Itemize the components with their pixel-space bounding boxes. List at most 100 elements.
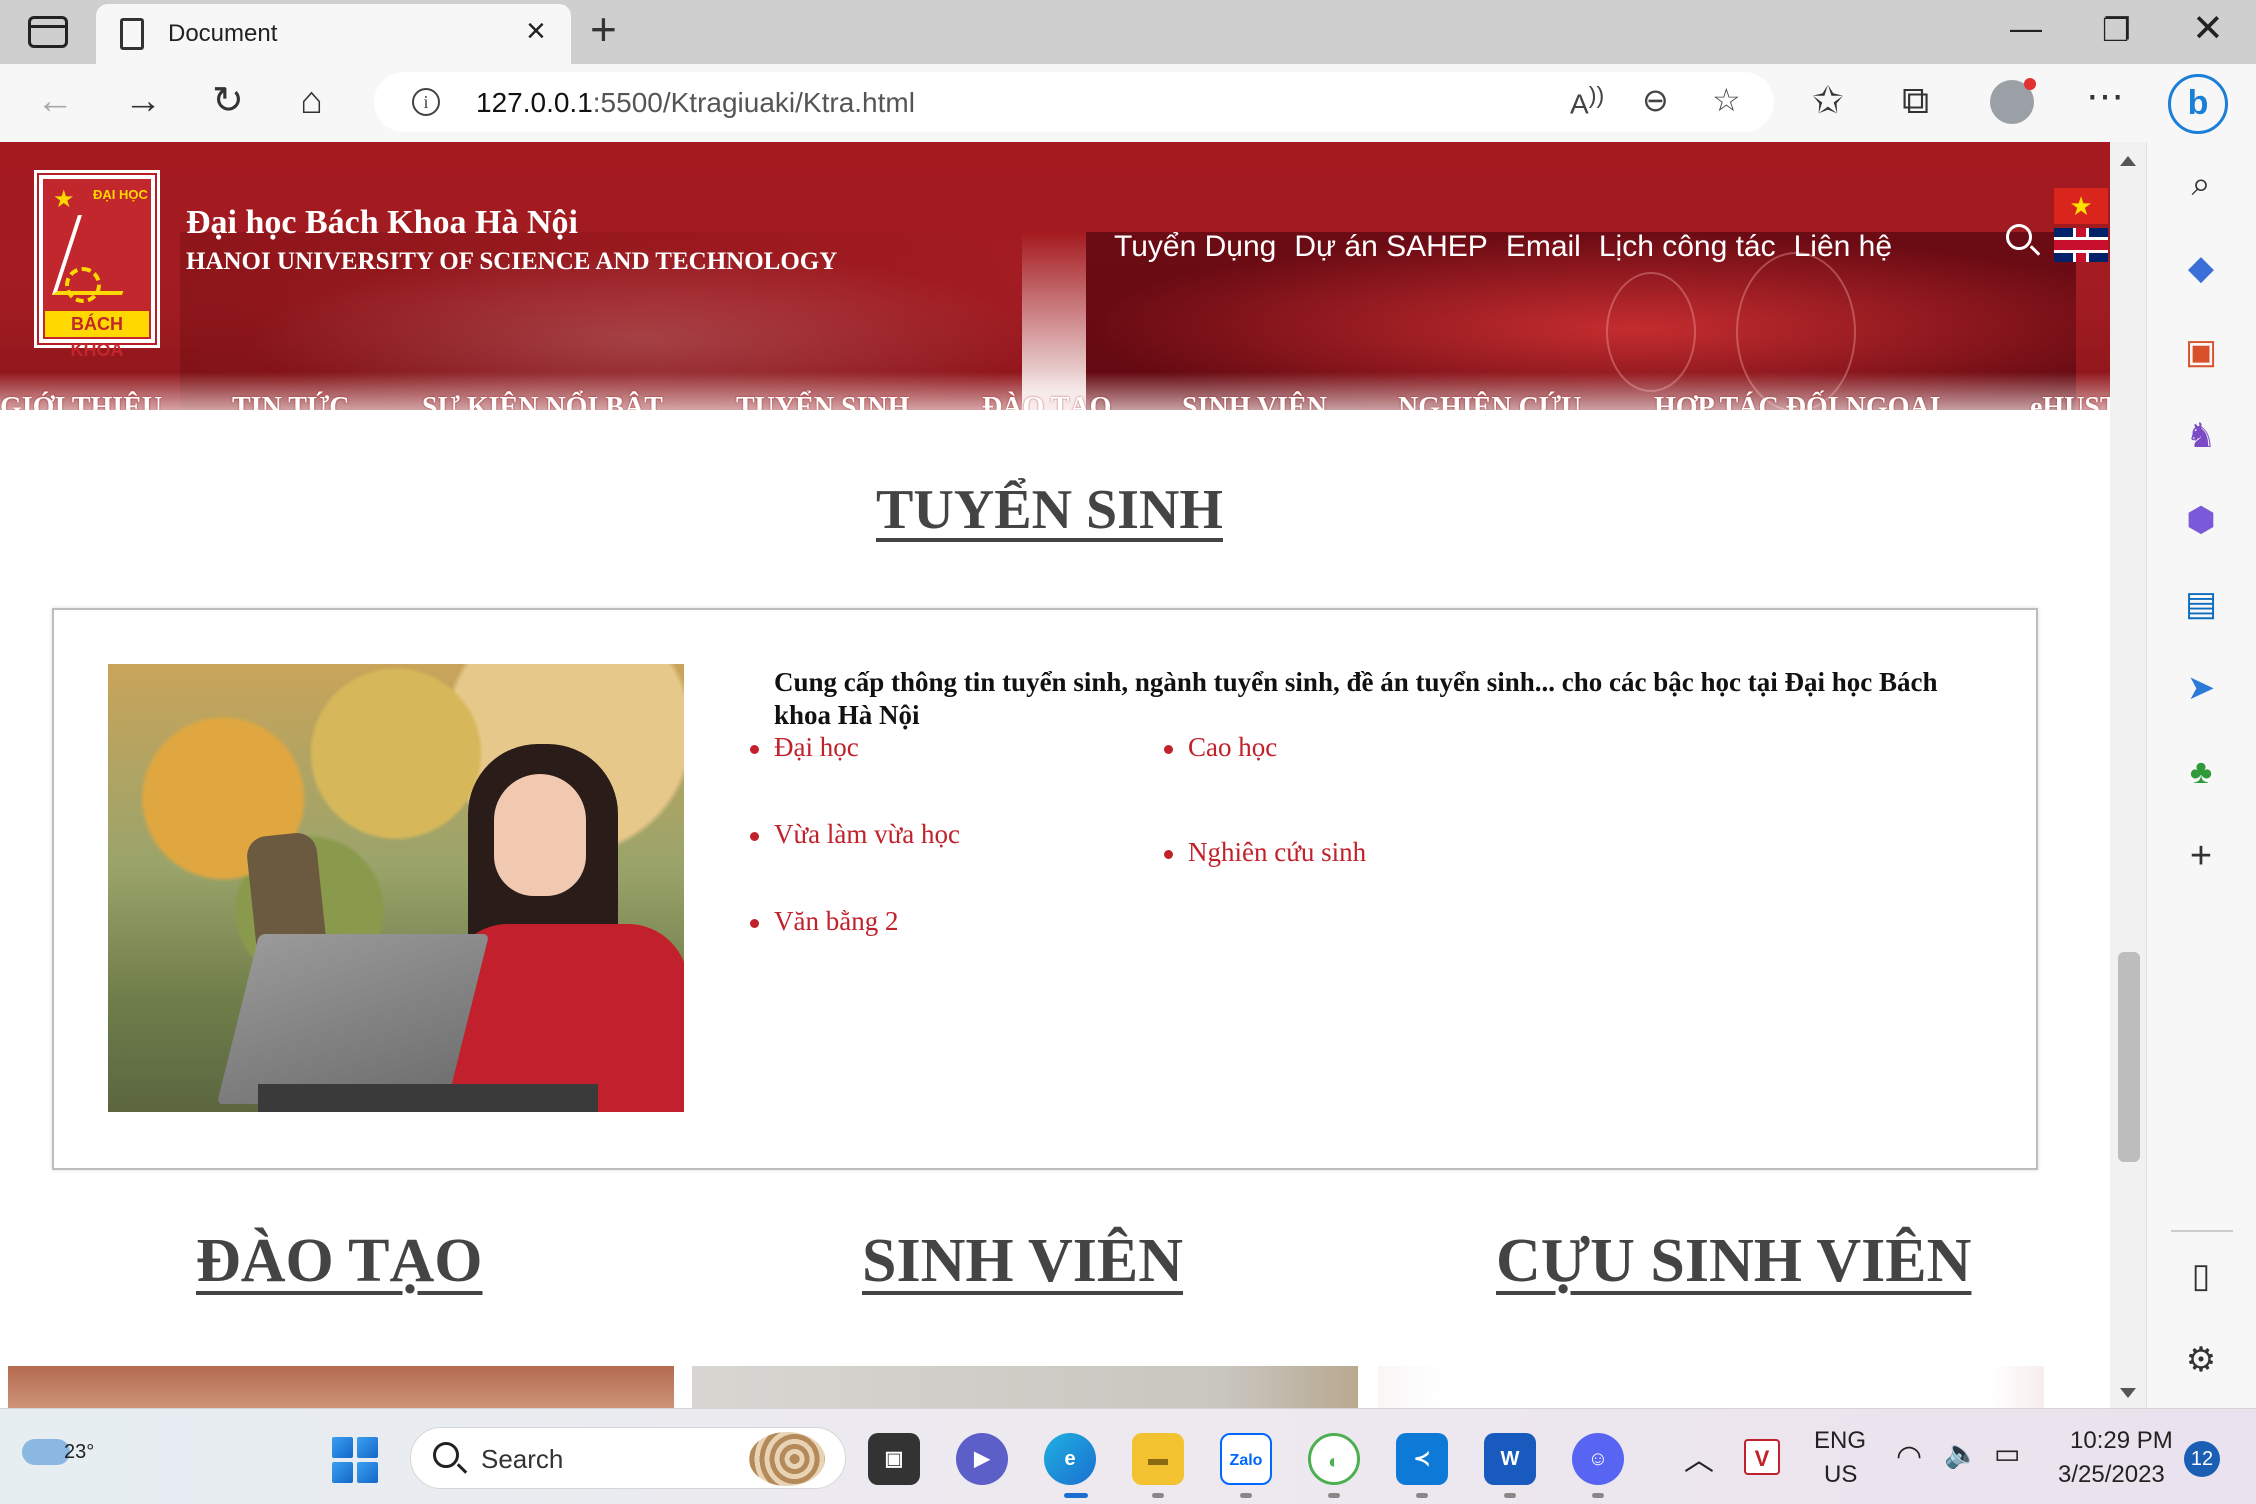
browser-toolbar: ← → ↻ ⌂ i 127.0.0.1:5500/Ktragiuaki/Ktra… [0, 64, 2256, 142]
link-vua-lam-vua-hoc[interactable]: Vừa làm vừa học [750, 819, 960, 850]
tools-icon[interactable]: ▣ [2181, 332, 2221, 372]
nav-hop-tac[interactable]: HỢP TÁC ĐỐI NGOẠI [1654, 392, 1941, 410]
notification-badge[interactable]: 12 [2184, 1441, 2220, 1477]
file-explorer-icon[interactable]: ▬ [1132, 1433, 1184, 1485]
close-window-icon[interactable]: ✕ [2192, 10, 2224, 48]
zoom-out-icon[interactable]: ⊖ [1642, 84, 1669, 116]
weather-temperature: 23° [64, 1441, 95, 1463]
sidebar-divider [2171, 1230, 2233, 1232]
sidebar-layout-icon[interactable]: ▯ [2181, 1256, 2221, 1296]
scroll-down-icon[interactable] [2120, 1388, 2136, 1398]
tab-actions-icon[interactable] [28, 16, 68, 48]
nav-tin-tuc[interactable]: TIN TỨC [232, 392, 349, 410]
send-icon[interactable]: ➤ [2181, 668, 2221, 708]
top-link-email[interactable]: Email [1506, 230, 1581, 264]
zalo-icon[interactable]: Zalo [1220, 1433, 1272, 1485]
restore-icon[interactable]: ❐ [2102, 14, 2131, 46]
nav-dao-tao[interactable]: ĐÀO TẠO [982, 392, 1111, 410]
vietnam-flag-icon[interactable]: ★ [2054, 188, 2108, 224]
tree-icon[interactable]: ♣ [2181, 752, 2221, 792]
top-link-sahep[interactable]: Dự án SAHEP [1294, 230, 1488, 264]
search-icon[interactable]: ⌕ [2181, 164, 2221, 204]
nav-ehust[interactable]: eHUST [2030, 392, 2110, 410]
top-link-lien-he[interactable]: Liên hệ [1794, 230, 1892, 264]
edge-active-indicator [1064, 1493, 1088, 1498]
admissions-title: TUYỂN SINH [876, 479, 1223, 541]
link-dai-hoc[interactable]: Đại học [750, 732, 859, 763]
search-highlight-icon [749, 1432, 825, 1486]
dao-tao-image [8, 1366, 674, 1408]
scroll-thumb[interactable] [2118, 952, 2140, 1162]
address-bar[interactable]: i 127.0.0.1:5500/Ktragiuaki/Ktra.html A)… [374, 72, 1774, 132]
edge-icon[interactable]: e [1044, 1433, 1096, 1485]
add-icon[interactable]: + [2181, 836, 2221, 876]
back-icon[interactable]: ← [36, 82, 74, 120]
office-icon[interactable]: ⬢ [2181, 500, 2221, 540]
clock-time[interactable]: 10:29 PM [2070, 1427, 2173, 1455]
taskbar-search[interactable]: Search [410, 1427, 846, 1489]
windows-taskbar: 23° Search ▣ ▶ e ▬ Zalo ◐ ≺ W ☺ ︿ V ENG … [0, 1408, 2256, 1504]
url-text[interactable]: 127.0.0.1:5500/Ktragiuaki/Ktra.html [476, 87, 915, 119]
new-tab-icon[interactable]: + [590, 6, 617, 52]
teams-chat-icon[interactable]: ▶ [956, 1433, 1008, 1485]
site-info-icon[interactable]: i [412, 88, 440, 116]
nav-nghien-cuu[interactable]: NGHIÊN CỨU [1398, 392, 1581, 410]
shopping-tag-icon[interactable]: ◆ [2181, 248, 2221, 288]
task-view-icon[interactable]: ▣ [868, 1433, 920, 1485]
games-icon[interactable]: ♞ [2181, 416, 2221, 456]
link-cao-hoc[interactable]: Cao học [1164, 732, 1277, 763]
cloud-icon [22, 1439, 70, 1465]
top-link-tuyen-dung[interactable]: Tuyển Dụng [1114, 230, 1276, 264]
weather-widget[interactable]: 23° [22, 1425, 94, 1465]
tab-title: Document [168, 20, 278, 47]
university-logo[interactable]: ★ ĐẠI HỌC BÁCH KHOA [34, 170, 160, 360]
page-scrollbar[interactable] [2110, 142, 2146, 1408]
student-photo [108, 664, 684, 1112]
scroll-up-icon[interactable] [2120, 156, 2136, 166]
nav-tuyen-sinh[interactable]: TUYỂN SINH [736, 392, 909, 410]
discord-icon[interactable]: ☺ [1572, 1433, 1624, 1485]
main-nav: GIỚI THIỆU TIN TỨC SỰ KIỆN NỔI BẬT TUYỂN… [0, 392, 2110, 410]
cuu-sinh-vien-image [1378, 1366, 2044, 1408]
coccoc-icon[interactable]: ◐ [1308, 1433, 1360, 1485]
link-nghien-cuu-sinh[interactable]: Nghiên cứu sinh [1164, 837, 1366, 868]
language-bottom[interactable]: US [1824, 1461, 1857, 1489]
section-sinh-vien-title[interactable]: SINH VIÊN [862, 1226, 1183, 1297]
home-icon[interactable]: ⌂ [300, 82, 323, 120]
link-van-bang-2[interactable]: Văn bằng 2 [750, 906, 898, 937]
vscode-icon[interactable]: ≺ [1396, 1433, 1448, 1485]
favorites-icon[interactable]: ✩ [1812, 82, 1844, 120]
close-tab-icon[interactable]: × [526, 14, 546, 48]
more-icon[interactable]: ⋯ [2086, 78, 2124, 116]
top-link-lich-cong-tac[interactable]: Lịch công tác [1599, 230, 1776, 264]
admissions-card: Cung cấp thông tin tuyển sinh, ngành tuy… [52, 608, 2038, 1170]
clock-date[interactable]: 3/25/2023 [2058, 1461, 2165, 1489]
windows-start-icon[interactable] [332, 1437, 378, 1483]
unikey-icon[interactable]: V [1744, 1439, 1780, 1475]
volume-icon[interactable]: 🔈 [1944, 1437, 1979, 1470]
uk-flag-icon[interactable] [2054, 228, 2108, 262]
section-dao-tao-title[interactable]: ĐÀO TẠO [196, 1226, 483, 1297]
refresh-icon[interactable]: ↻ [212, 82, 244, 120]
section-cuu-sinh-vien-title[interactable]: CỰU SINH VIÊN [1496, 1226, 1971, 1297]
tab-document[interactable]: Document × [96, 4, 571, 64]
tab-bar: Document × + — ❐ ✕ [0, 0, 2256, 64]
search-icon[interactable] [2006, 224, 2032, 250]
language-top[interactable]: ENG [1814, 1427, 1866, 1455]
word-icon[interactable]: W [1484, 1433, 1536, 1485]
read-aloud-icon[interactable]: A)) [1570, 83, 1604, 118]
nav-su-kien[interactable]: SỰ KIỆN NỔI BẬT [422, 392, 663, 410]
battery-icon[interactable]: ▭ [1994, 1437, 2020, 1470]
edge-sidebar: ⌕ ◆ ▣ ♞ ⬢ ▤ ➤ ♣ + ▯ ⚙ [2146, 142, 2256, 1408]
nav-gioi-thieu[interactable]: GIỚI THIỆU [0, 392, 162, 410]
tray-overflow-icon[interactable]: ︿ [1684, 1435, 1714, 1479]
forward-icon[interactable]: → [124, 82, 162, 120]
minimize-icon[interactable]: — [2010, 12, 2042, 44]
outlook-icon[interactable]: ▤ [2181, 584, 2221, 624]
add-favorite-icon[interactable]: ☆ [1712, 84, 1741, 116]
nav-sinh-vien[interactable]: SINH VIÊN [1182, 392, 1327, 410]
wifi-icon[interactable]: ◠ [1896, 1439, 1922, 1474]
collections-icon[interactable]: ⧉ [1902, 82, 1929, 120]
bing-icon[interactable]: b [2168, 74, 2228, 134]
settings-icon[interactable]: ⚙ [2181, 1340, 2221, 1380]
